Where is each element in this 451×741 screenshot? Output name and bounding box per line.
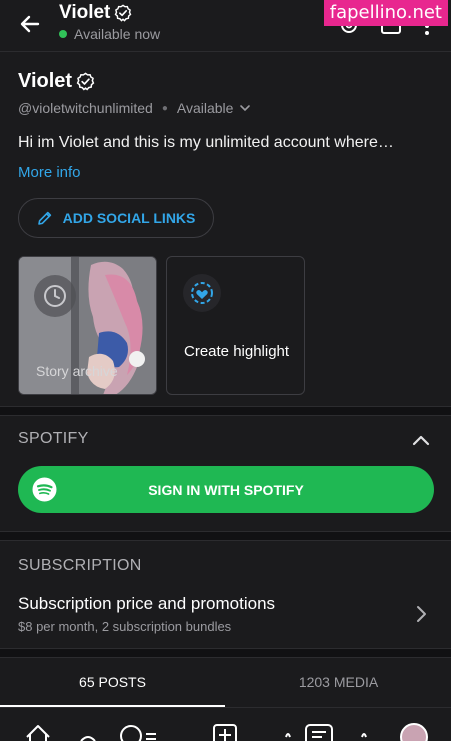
verified-icon — [115, 4, 132, 22]
profile-name-text: Violet — [18, 70, 73, 92]
add-social-links-label: ADD SOCIAL LINKS — [62, 210, 196, 226]
tabs-border — [0, 707, 451, 708]
notifications-icon[interactable] — [78, 733, 98, 741]
subscription-section-title: SUBSCRIPTION — [18, 557, 142, 574]
status-text: Available now — [74, 26, 161, 42]
subscription-price-row[interactable]: Subscription price and promotions $8 per… — [0, 586, 451, 642]
verified-icon — [76, 72, 95, 91]
avatar[interactable] — [400, 723, 428, 741]
messages-icon[interactable] — [276, 723, 376, 741]
profile-name: Violet — [18, 70, 95, 93]
username: @violetwitchunlimited — [18, 100, 153, 116]
watermark: fapellino.net — [323, 0, 448, 26]
spotify-section-title: SPOTIFY — [18, 430, 89, 447]
search-icon[interactable] — [118, 723, 158, 741]
availability-label: Available — [176, 100, 234, 116]
subscription-title: Subscription price and promotions — [18, 594, 276, 613]
spotify-sign-in-button[interactable]: SIGN IN WITH SPOTIFY — [18, 466, 434, 513]
home-icon[interactable] — [24, 723, 52, 741]
back-arrow-icon[interactable] — [16, 10, 44, 38]
chevron-down-icon — [240, 105, 251, 112]
spotify-sign-in-label: SIGN IN WITH SPOTIFY — [148, 481, 304, 498]
highlight-add-icon — [183, 274, 221, 312]
handle-row: @violetwitchunlimited ● Available — [18, 100, 251, 116]
more-info-link[interactable]: More info — [18, 164, 81, 181]
section-divider — [0, 648, 451, 658]
bottom-navigation — [0, 709, 451, 741]
separator-dot: ● — [161, 102, 168, 114]
online-dot-icon — [59, 30, 67, 38]
profile-bio: Hi im Violet and this is my unlimited ac… — [18, 134, 394, 151]
top-name-text: Violet — [59, 2, 111, 23]
section-divider — [0, 531, 451, 541]
tab-media[interactable]: 1203 MEDIA — [226, 674, 451, 690]
add-post-icon[interactable] — [212, 723, 238, 741]
history-icon — [34, 275, 76, 317]
top-bar: Violet Available now fapellino.net — [0, 0, 451, 52]
subscription-description: $8 per month, 2 subscription bundles — [18, 619, 232, 634]
spotify-icon — [32, 477, 57, 502]
tab-posts[interactable]: 65 POSTS — [0, 674, 225, 690]
create-highlight-label: Create highlight — [184, 343, 290, 360]
online-status: Available now — [59, 26, 160, 42]
availability-dropdown[interactable]: Available — [177, 100, 252, 116]
chevron-up-icon[interactable] — [411, 430, 431, 450]
chevron-right-icon — [417, 606, 426, 622]
profile-tabs: 65 POSTS 1203 MEDIA — [0, 659, 451, 707]
add-social-links-button[interactable]: ADD SOCIAL LINKS — [18, 198, 214, 238]
story-archive-card[interactable]: Story archive — [18, 256, 157, 395]
create-highlight-card[interactable]: Create highlight — [166, 256, 305, 395]
pencil-icon — [37, 211, 51, 225]
story-archive-label: Story archive — [36, 363, 118, 379]
section-divider — [0, 406, 451, 416]
chat-title[interactable]: Violet — [59, 2, 132, 24]
